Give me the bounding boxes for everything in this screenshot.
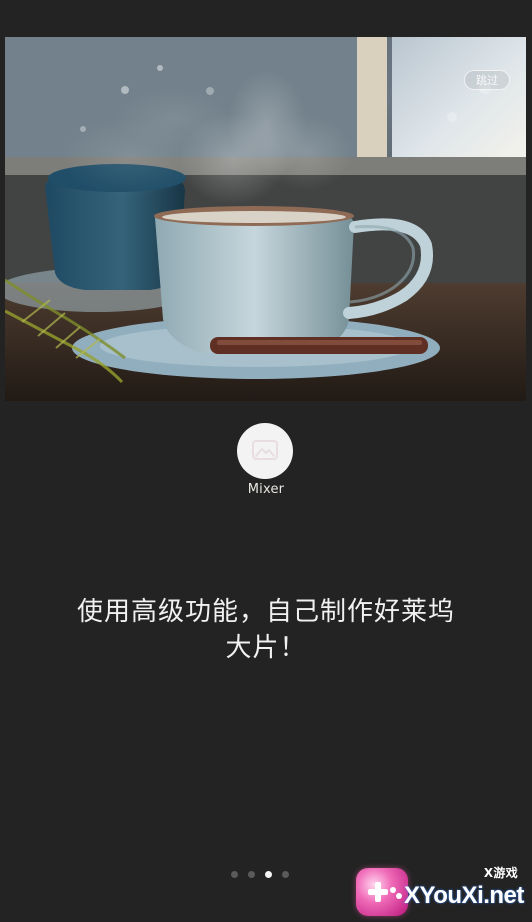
watermark-top-text: X游戏 [483, 866, 518, 880]
watermark-main-text: XYouXi.net [404, 882, 524, 909]
gamepad-icon [356, 868, 408, 916]
page-dot-3-active[interactable] [265, 870, 272, 878]
app-logo [237, 423, 293, 479]
skip-button[interactable]: 跳过 [464, 70, 510, 90]
page-dot-2[interactable] [248, 870, 255, 878]
page-dot-4[interactable] [282, 870, 289, 878]
photo-icon [252, 440, 278, 460]
tagline-line-1: 使用高级功能，自己制作好莱坞 [76, 597, 455, 627]
page-dot-1[interactable] [231, 870, 238, 878]
tagline-line-2: 大片！ [225, 633, 307, 663]
onboarding-tagline: 使用高级功能，自己制作好莱坞 大片！ [46, 594, 486, 666]
page-indicator [231, 869, 303, 879]
hero-image: 跳过 [5, 37, 526, 401]
site-watermark: X游戏 XYouXi.net [356, 864, 524, 918]
app-name: Mixer [247, 482, 285, 497]
